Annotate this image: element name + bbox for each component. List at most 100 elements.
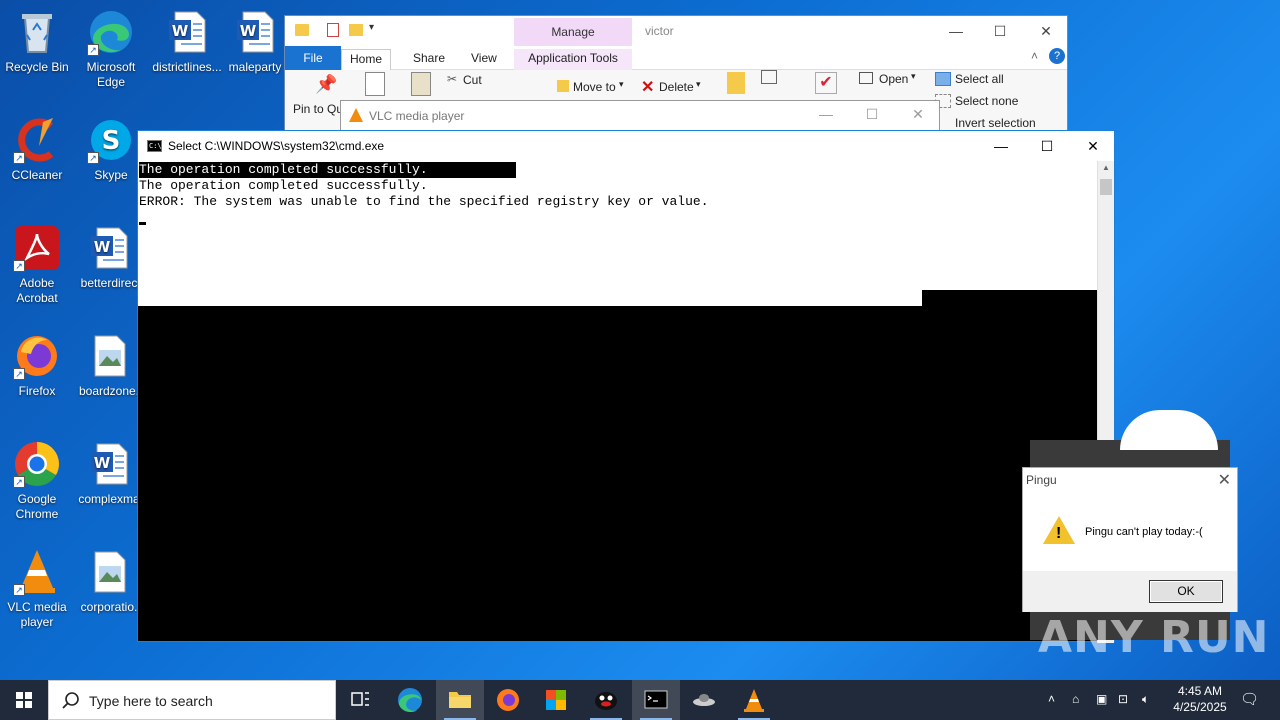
desktop-icon-corporatio[interactable]: corporatio.: [72, 548, 146, 615]
shortcut-arrow-icon: ↗: [87, 152, 99, 164]
desktop-icon-firefox[interactable]: ↗ Firefox: [0, 332, 74, 399]
pingu-dialog[interactable]: Pingu ✕ ! Pingu can't play today:-( OK: [1022, 467, 1238, 612]
maximize-button[interactable]: ☐: [849, 99, 895, 129]
select-all-button[interactable]: Select all: [955, 72, 1004, 86]
ok-button[interactable]: OK: [1149, 580, 1223, 603]
image-file-icon: [85, 548, 133, 596]
move-to-button[interactable]: Move to: [573, 80, 616, 94]
dialog-title: Pingu: [1026, 473, 1057, 487]
scroll-up-arrow-icon[interactable]: ▲: [1102, 163, 1110, 172]
taskbar-vlc[interactable]: [730, 680, 778, 720]
chevron-down-icon[interactable]: ▾: [369, 22, 374, 33]
select-none-button[interactable]: Select none: [955, 94, 1018, 108]
desktop-icon-google-chrome[interactable]: ↗ Google Chrome: [0, 440, 74, 522]
invert-selection-button[interactable]: Invert selection: [955, 116, 1036, 130]
taskbar-firefox[interactable]: [484, 680, 532, 720]
open-button[interactable]: Open: [879, 72, 908, 86]
copy-icon: [365, 72, 385, 96]
chevron-up-icon[interactable]: ˄: [1048, 692, 1055, 706]
select-all-icon: [935, 72, 951, 86]
start-button[interactable]: [0, 680, 48, 720]
close-button[interactable]: ✕: [1070, 131, 1116, 161]
taskbar-pingu[interactable]: [582, 680, 630, 720]
cut-icon: ✂: [447, 72, 458, 86]
vlc-window[interactable]: VLC media player — ☐ ✕: [340, 100, 940, 132]
tab-application-tools[interactable]: Application Tools: [514, 49, 632, 70]
tray-app-icon[interactable]: ⌂: [1072, 692, 1079, 706]
desktop-icon-boardzone[interactable]: boardzone.: [72, 332, 146, 399]
window-title: VLC media player: [369, 109, 465, 123]
cmd-window[interactable]: C:\ Select C:\WINDOWS\system32\cmd.exe —…: [137, 130, 1115, 643]
pingu-icon: [595, 692, 617, 710]
console-text[interactable]: The operation completed successfully. Th…: [138, 161, 1099, 306]
shortcut-arrow-icon: ↗: [13, 368, 25, 380]
word-document-icon: W: [85, 440, 133, 488]
network-icon[interactable]: ⊡: [1118, 692, 1128, 706]
task-view-button[interactable]: [336, 680, 384, 720]
clock-time: 4:45 AM: [1177, 684, 1223, 698]
notifications-icon[interactable]: 🗨︎: [1240, 690, 1259, 708]
pin-to-quick-access-button[interactable]: Pin to Qu: [293, 102, 343, 116]
desktop-icon-adobe-acrobat[interactable]: ↗ Adobe Acrobat: [0, 224, 74, 306]
firefox-icon: ↗: [13, 332, 61, 380]
desktop-icon-label: CCleaner: [11, 168, 63, 182]
desktop-icon-vlc[interactable]: ↗ VLC media player: [0, 548, 74, 630]
chevron-up-icon[interactable]: ˄: [1031, 49, 1038, 63]
vlc-cone-icon: ↗: [13, 548, 61, 596]
skype-icon: S ↗: [87, 116, 135, 164]
adobe-acrobat-icon: ↗: [13, 224, 61, 272]
scrollbar-thumb[interactable]: [1100, 179, 1112, 195]
close-button[interactable]: ✕: [1023, 16, 1069, 46]
desktop-icon-microsoft-edge[interactable]: ↗ Microsoft Edge: [74, 8, 148, 90]
cmd-titlebar[interactable]: C:\ Select C:\WINDOWS\system32\cmd.exe —…: [138, 131, 1114, 161]
properties-icon[interactable]: [327, 23, 339, 37]
minimize-button[interactable]: —: [978, 131, 1024, 161]
maximize-button[interactable]: ☐: [1024, 131, 1070, 161]
tray-device-icon[interactable]: ▣: [1096, 692, 1107, 706]
desktop-icon-complexma[interactable]: W complexma: [72, 440, 146, 507]
desktop-icon-label: corporatio.: [80, 600, 138, 614]
explorer-titlebar[interactable]: ▾ Manage victor — ☐ ✕: [285, 16, 1067, 46]
desktop-icon-districtlines[interactable]: W districtlines...: [150, 8, 224, 75]
close-icon[interactable]: ✕: [1218, 470, 1231, 490]
minimize-button[interactable]: —: [933, 16, 979, 46]
desktop-icon-ccleaner[interactable]: ↗ CCleaner: [0, 116, 74, 183]
new-folder-icon[interactable]: [349, 24, 363, 36]
folder-icon: [295, 24, 309, 36]
help-icon[interactable]: ?: [1049, 48, 1065, 64]
taskbar-clock[interactable]: 4:45 AM 4/25/2025: [1160, 683, 1240, 715]
delete-button[interactable]: Delete: [659, 80, 694, 94]
ufo-icon: [693, 694, 715, 706]
desktop-icon-label: boardzone.: [78, 384, 140, 398]
tab-share[interactable]: Share: [405, 49, 453, 70]
console-line: ERROR: The system was unable to find the…: [139, 194, 709, 209]
tab-view[interactable]: View: [463, 49, 505, 70]
close-button[interactable]: ✕: [895, 99, 941, 129]
shortcut-arrow-icon: ↗: [13, 260, 25, 272]
tab-manage[interactable]: Manage: [514, 18, 632, 46]
task-view-icon: [351, 692, 369, 706]
taskbar-file-explorer[interactable]: [436, 680, 484, 720]
move-to-icon: [557, 80, 569, 92]
minimize-button[interactable]: —: [803, 99, 849, 129]
desktop-icon-label: districtlines...: [152, 60, 222, 74]
taskbar-app-ufo[interactable]: [680, 680, 728, 720]
volume-icon[interactable]: 🔈︎: [1142, 692, 1149, 707]
maximize-button[interactable]: ☐: [977, 16, 1023, 46]
taskbar: Type here to search ˄ ⌂ ▣ ⊡ 🔈︎ 4:45 AM 4…: [0, 680, 1280, 720]
edge-icon: [398, 688, 422, 713]
taskbar-edge[interactable]: [386, 680, 434, 720]
desktop-icon-betterdirec[interactable]: W betterdirec: [72, 224, 146, 291]
taskbar-cmd[interactable]: [632, 680, 680, 720]
cut-button[interactable]: Cut: [463, 73, 482, 87]
taskbar-app-colorful[interactable]: [532, 680, 580, 720]
desktop-icon-recycle-bin[interactable]: Recycle Bin: [0, 8, 74, 75]
tab-home[interactable]: Home: [341, 49, 392, 70]
taskbar-search-box[interactable]: Type here to search: [48, 680, 336, 720]
cmd-icon: [644, 690, 668, 709]
folder-icon: [449, 692, 471, 708]
svg-text:W: W: [94, 454, 111, 472]
tab-file[interactable]: File: [285, 46, 341, 70]
desktop-icon-maleparty[interactable]: W maleparty: [218, 8, 292, 75]
desktop-icon-label: maleparty: [228, 60, 282, 74]
